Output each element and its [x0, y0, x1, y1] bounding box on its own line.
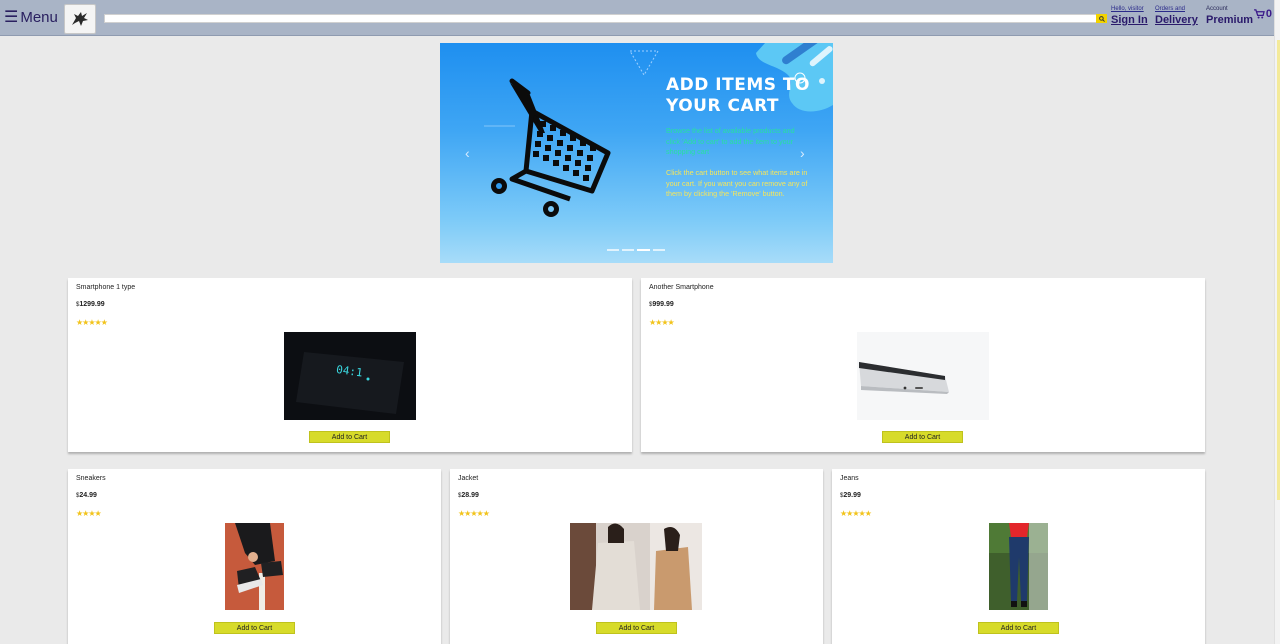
add-to-cart-button[interactable]: Add to Cart — [309, 431, 390, 443]
banner-title-line2: YOUR CART — [666, 96, 780, 116]
product-card: Jeans $29.99 ★★★★★ Add to Cart — [832, 469, 1205, 644]
site-logo[interactable] — [64, 4, 96, 34]
product-name: Sneakers — [76, 475, 106, 482]
price-amount: 999.99 — [652, 301, 674, 308]
premium-link[interactable]: Premium — [1206, 15, 1253, 26]
carousel-prev-button[interactable]: ‹ — [465, 145, 470, 161]
search-icon — [1098, 15, 1105, 22]
jacket-image — [570, 523, 702, 610]
banner-instructions-2: Click the cart button to see what items … — [666, 168, 808, 198]
banner-title-line1: ADD ITEMS TO — [666, 75, 810, 95]
banner-title: ADD ITEMS TO YOUR CART — [666, 75, 816, 117]
product-card: Jacket $28.99 ★★★★★ Add to Cart — [450, 469, 823, 644]
product-image[interactable] — [570, 523, 702, 610]
sign-in-link[interactable]: Sign In — [1111, 15, 1148, 26]
product-price: $24.99 — [76, 492, 97, 499]
product-image[interactable] — [989, 523, 1048, 610]
price-amount: 28.99 — [461, 492, 479, 499]
shopping-cart-illustration — [491, 78, 611, 217]
account-group[interactable]: Account Premium — [1206, 6, 1253, 26]
add-to-cart-button[interactable]: Add to Cart — [596, 622, 677, 634]
add-to-cart-button[interactable]: Add to Cart — [882, 431, 963, 443]
page-scrollbar[interactable] — [1274, 0, 1280, 644]
top-header: ☰ Menu Hello, visitor Sign In Orders and… — [0, 0, 1280, 36]
product-price: $999.99 — [649, 301, 674, 308]
sneakers-image — [225, 523, 284, 610]
delivery-link[interactable]: Delivery — [1155, 15, 1198, 26]
product-name: Jeans — [840, 475, 859, 482]
cart-count: 0 — [1265, 8, 1272, 20]
rating-stars: ★★★★★ — [76, 318, 108, 327]
menu-button[interactable]: ☰ Menu — [4, 7, 58, 27]
price-amount: 24.99 — [79, 492, 97, 499]
cart-button[interactable]: 0 — [1253, 8, 1272, 20]
smartphone-silver-image — [857, 332, 989, 420]
jeans-image — [989, 523, 1048, 610]
banner-instructions-1: Browse the list of available products an… — [666, 126, 795, 156]
rating-stars: ★★★★★ — [840, 509, 872, 518]
carousel-dot[interactable] — [607, 249, 619, 251]
add-to-cart-button[interactable]: Add to Cart — [214, 622, 295, 634]
rating-stars: ★★★★ — [649, 318, 675, 327]
product-card: Smartphone 1 type $1299.99 ★★★★★ 04:1 Ad… — [68, 278, 632, 452]
product-name: Smartphone 1 type — [76, 284, 136, 291]
product-card: Sneakers $24.99 ★★★★ Add to Cart — [68, 469, 441, 644]
promo-carousel: ‹ › ADD ITEMS TO YOUR CART Browse the li… — [440, 43, 833, 263]
smartphone-dark-image: 04:1 — [284, 332, 416, 420]
account-small-text: Account — [1206, 6, 1228, 12]
product-price: $1299.99 — [76, 301, 105, 308]
carousel-dot-active[interactable] — [637, 249, 650, 251]
price-amount: 1299.99 — [79, 301, 105, 308]
product-image[interactable] — [857, 332, 989, 420]
hamburger-icon: ☰ — [4, 9, 19, 26]
product-card: Another Smartphone $999.99 ★★★★ Add to C… — [641, 278, 1205, 452]
price-amount: 29.99 — [843, 492, 861, 499]
search-button[interactable] — [1096, 14, 1107, 23]
dragon-logo-icon — [72, 12, 88, 26]
rating-stars: ★★★★★ — [458, 509, 490, 518]
carousel-dot[interactable] — [653, 249, 665, 251]
product-image[interactable]: 04:1 — [284, 332, 416, 420]
search-input[interactable] — [105, 23, 1106, 30]
cart-icon — [1253, 9, 1265, 19]
product-name: Jacket — [458, 475, 479, 482]
product-price: $29.99 — [840, 492, 861, 499]
orders-group[interactable]: Orders and Delivery — [1155, 6, 1198, 26]
product-price: $28.99 — [458, 492, 479, 499]
orders-small-text: Orders and — [1155, 6, 1186, 12]
rating-stars: ★★★★ — [76, 509, 102, 518]
carousel-dot[interactable] — [622, 249, 634, 251]
greeting-text: Hello, visitor — [1111, 6, 1144, 12]
search-bar — [104, 14, 1107, 30]
sign-in-group[interactable]: Hello, visitor Sign In — [1111, 6, 1148, 26]
carousel-indicators — [607, 249, 665, 251]
menu-label: Menu — [20, 8, 58, 26]
product-name: Another Smartphone — [649, 284, 714, 291]
product-image[interactable] — [225, 523, 284, 610]
add-to-cart-button[interactable]: Add to Cart — [978, 622, 1059, 634]
